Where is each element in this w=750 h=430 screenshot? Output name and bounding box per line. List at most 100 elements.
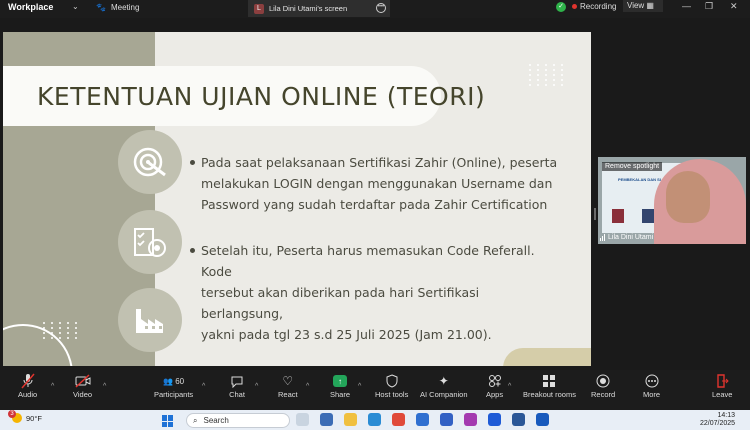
taskbar-app-icon[interactable]: [464, 413, 477, 426]
participants-icon: 👥 60: [163, 376, 185, 386]
leave-button[interactable]: Leave: [712, 372, 732, 399]
security-shield-icon[interactable]: ✓: [556, 2, 566, 12]
apps-label: Apps: [486, 390, 504, 399]
chevron-down-icon[interactable]: ⌄: [72, 2, 79, 11]
chevron-up-icon[interactable]: ^: [358, 383, 361, 390]
bullet-line: Password yang sudah terdaftar pada Zahir…: [201, 197, 548, 212]
slide-beige-shape: [503, 348, 591, 366]
chat-label: Chat: [229, 390, 245, 399]
paw-icon: 🐾: [96, 2, 106, 12]
title-bar: Workplace ⌄ 🐾 Meeting L Lila Dini Utami'…: [0, 0, 750, 18]
share-button[interactable]: ↑ Share: [330, 372, 350, 399]
clock-time: 14:13: [717, 412, 736, 419]
participant-name-label: Lila Dini Utami: [600, 234, 653, 241]
decorative-dots: [43, 322, 80, 339]
decorative-dots: [529, 64, 566, 86]
more-label: More: [643, 390, 661, 399]
chat-icon: [229, 372, 245, 390]
restore-icon[interactable]: ❐: [705, 1, 713, 12]
taskbar-app-icon[interactable]: [512, 413, 525, 426]
record-button[interactable]: Record: [591, 372, 615, 399]
zoom-workplace-window: Workplace ⌄ 🐾 Meeting L Lila Dini Utami'…: [0, 0, 750, 430]
record-label: Record: [591, 390, 616, 399]
tab-shared-screen-label: Lila Dini Utami's screen: [269, 4, 348, 13]
taskbar-app-icon[interactable]: [296, 413, 309, 426]
search-icon: ⌕: [193, 415, 198, 425]
leave-label: Leave: [712, 390, 733, 399]
chevron-up-icon[interactable]: ^: [255, 383, 258, 390]
edge-icon[interactable]: [368, 413, 381, 426]
windows-taskbar: 3 90°F ⌕ Search 14:13 22/07/2025: [0, 410, 750, 430]
ai-companion-button[interactable]: ✦ AI Companion: [420, 372, 468, 399]
video-button[interactable]: Video: [73, 372, 92, 399]
recording-indicator[interactable]: Recording: [572, 2, 616, 11]
taskbar-app-icon[interactable]: [440, 413, 453, 426]
chevron-up-icon[interactable]: ^: [51, 383, 54, 390]
host-tools-button[interactable]: Host tools: [375, 372, 408, 399]
recording-label: Recording: [580, 2, 617, 11]
app-name: Workplace: [8, 2, 54, 12]
audio-button[interactable]: Audio: [18, 372, 37, 399]
chat-button[interactable]: Chat: [229, 372, 245, 399]
temperature: 90°F: [26, 413, 42, 423]
view-button[interactable]: View ▦: [623, 0, 663, 12]
more-button[interactable]: More: [643, 372, 660, 399]
weather-widget[interactable]: 3 90°F: [8, 410, 42, 423]
microphone-muted-icon: [20, 372, 36, 390]
bullet-line: tersebut akan diberikan pada hari Sertif…: [201, 285, 480, 321]
heart-icon: ♡: [282, 374, 294, 388]
shield-icon: [384, 372, 400, 390]
inner-slide-photo: [612, 209, 624, 223]
taskbar-app-icon[interactable]: [416, 413, 429, 426]
taskbar-app-icon[interactable]: [320, 413, 333, 426]
host-tools-label: Host tools: [375, 390, 409, 399]
minimize-icon[interactable]: —: [682, 1, 691, 11]
breakout-rooms-button[interactable]: Breakout rooms: [523, 372, 576, 399]
more-icon: [644, 372, 660, 390]
tab-shared-screen[interactable]: L Lila Dini Utami's screen •••: [248, 0, 390, 17]
taskbar-search[interactable]: ⌕ Search: [186, 413, 290, 428]
word-icon[interactable]: [536, 413, 549, 426]
record-dot-icon: [572, 4, 577, 9]
audio-label: Audio: [18, 390, 38, 399]
view-button-label: View: [627, 1, 645, 10]
chevron-up-icon[interactable]: ^: [202, 383, 205, 390]
factory-icon: [118, 288, 182, 352]
bullet-code-referral: Setelah itu, Peserta harus memasukan Cod…: [190, 240, 561, 345]
chevron-up-icon[interactable]: ^: [306, 383, 309, 390]
remove-spotlight-button[interactable]: Remove spotlight: [602, 162, 663, 171]
signal-icon: [600, 234, 605, 241]
panel-resize-handle[interactable]: [594, 208, 596, 220]
share-label: Share: [330, 390, 351, 399]
windows-start-icon[interactable]: [162, 415, 174, 427]
apps-button[interactable]: Apps: [486, 372, 503, 399]
clock-date: 22/07/2025: [700, 420, 736, 427]
participants-button[interactable]: 👥 60 Participants: [154, 372, 194, 400]
participants-label: Participants: [154, 390, 194, 399]
shared-screen-slide: KETENTUAN UJIAN ONLINE (TEORI) Pada saat…: [3, 32, 591, 366]
camera-off-icon: [75, 372, 91, 390]
breakout-rooms-label: Breakout rooms: [523, 390, 576, 399]
share-screen-icon: ↑: [333, 375, 347, 387]
checklist-target-icon: [118, 210, 182, 274]
participants-count: 60: [175, 376, 185, 386]
notification-badge: 3: [8, 410, 16, 418]
bullet-line: melakukan LOGIN dengan menggunakan Usern…: [201, 176, 553, 191]
meeting-toolbar: Audio ^ Video ^ 👥 60 Participants ^ Chat…: [0, 370, 750, 410]
chevron-up-icon[interactable]: ^: [508, 383, 511, 390]
react-button[interactable]: ♡ React: [278, 372, 298, 399]
more-options-icon[interactable]: •••: [376, 3, 386, 13]
system-clock[interactable]: 14:13 22/07/2025: [700, 412, 735, 428]
folder-icon[interactable]: [344, 413, 357, 426]
avatar: L: [254, 3, 264, 14]
bullet-line: yakni pada tgl 23 s.d 25 Juli 2025 (Jam …: [201, 327, 492, 342]
record-icon: [595, 372, 611, 390]
participant-name: Lila Dini Utami: [608, 234, 654, 241]
zoom-icon[interactable]: [488, 413, 501, 426]
search-placeholder: Search: [203, 416, 229, 425]
tab-meeting[interactable]: 🐾 Meeting: [96, 0, 139, 14]
bullet-login: Pada saat pelaksanaan Sertifikasi Zahir …: [190, 152, 561, 215]
close-icon[interactable]: ✕: [730, 1, 738, 12]
chevron-up-icon[interactable]: ^: [103, 383, 106, 390]
chrome-icon[interactable]: [392, 413, 405, 426]
